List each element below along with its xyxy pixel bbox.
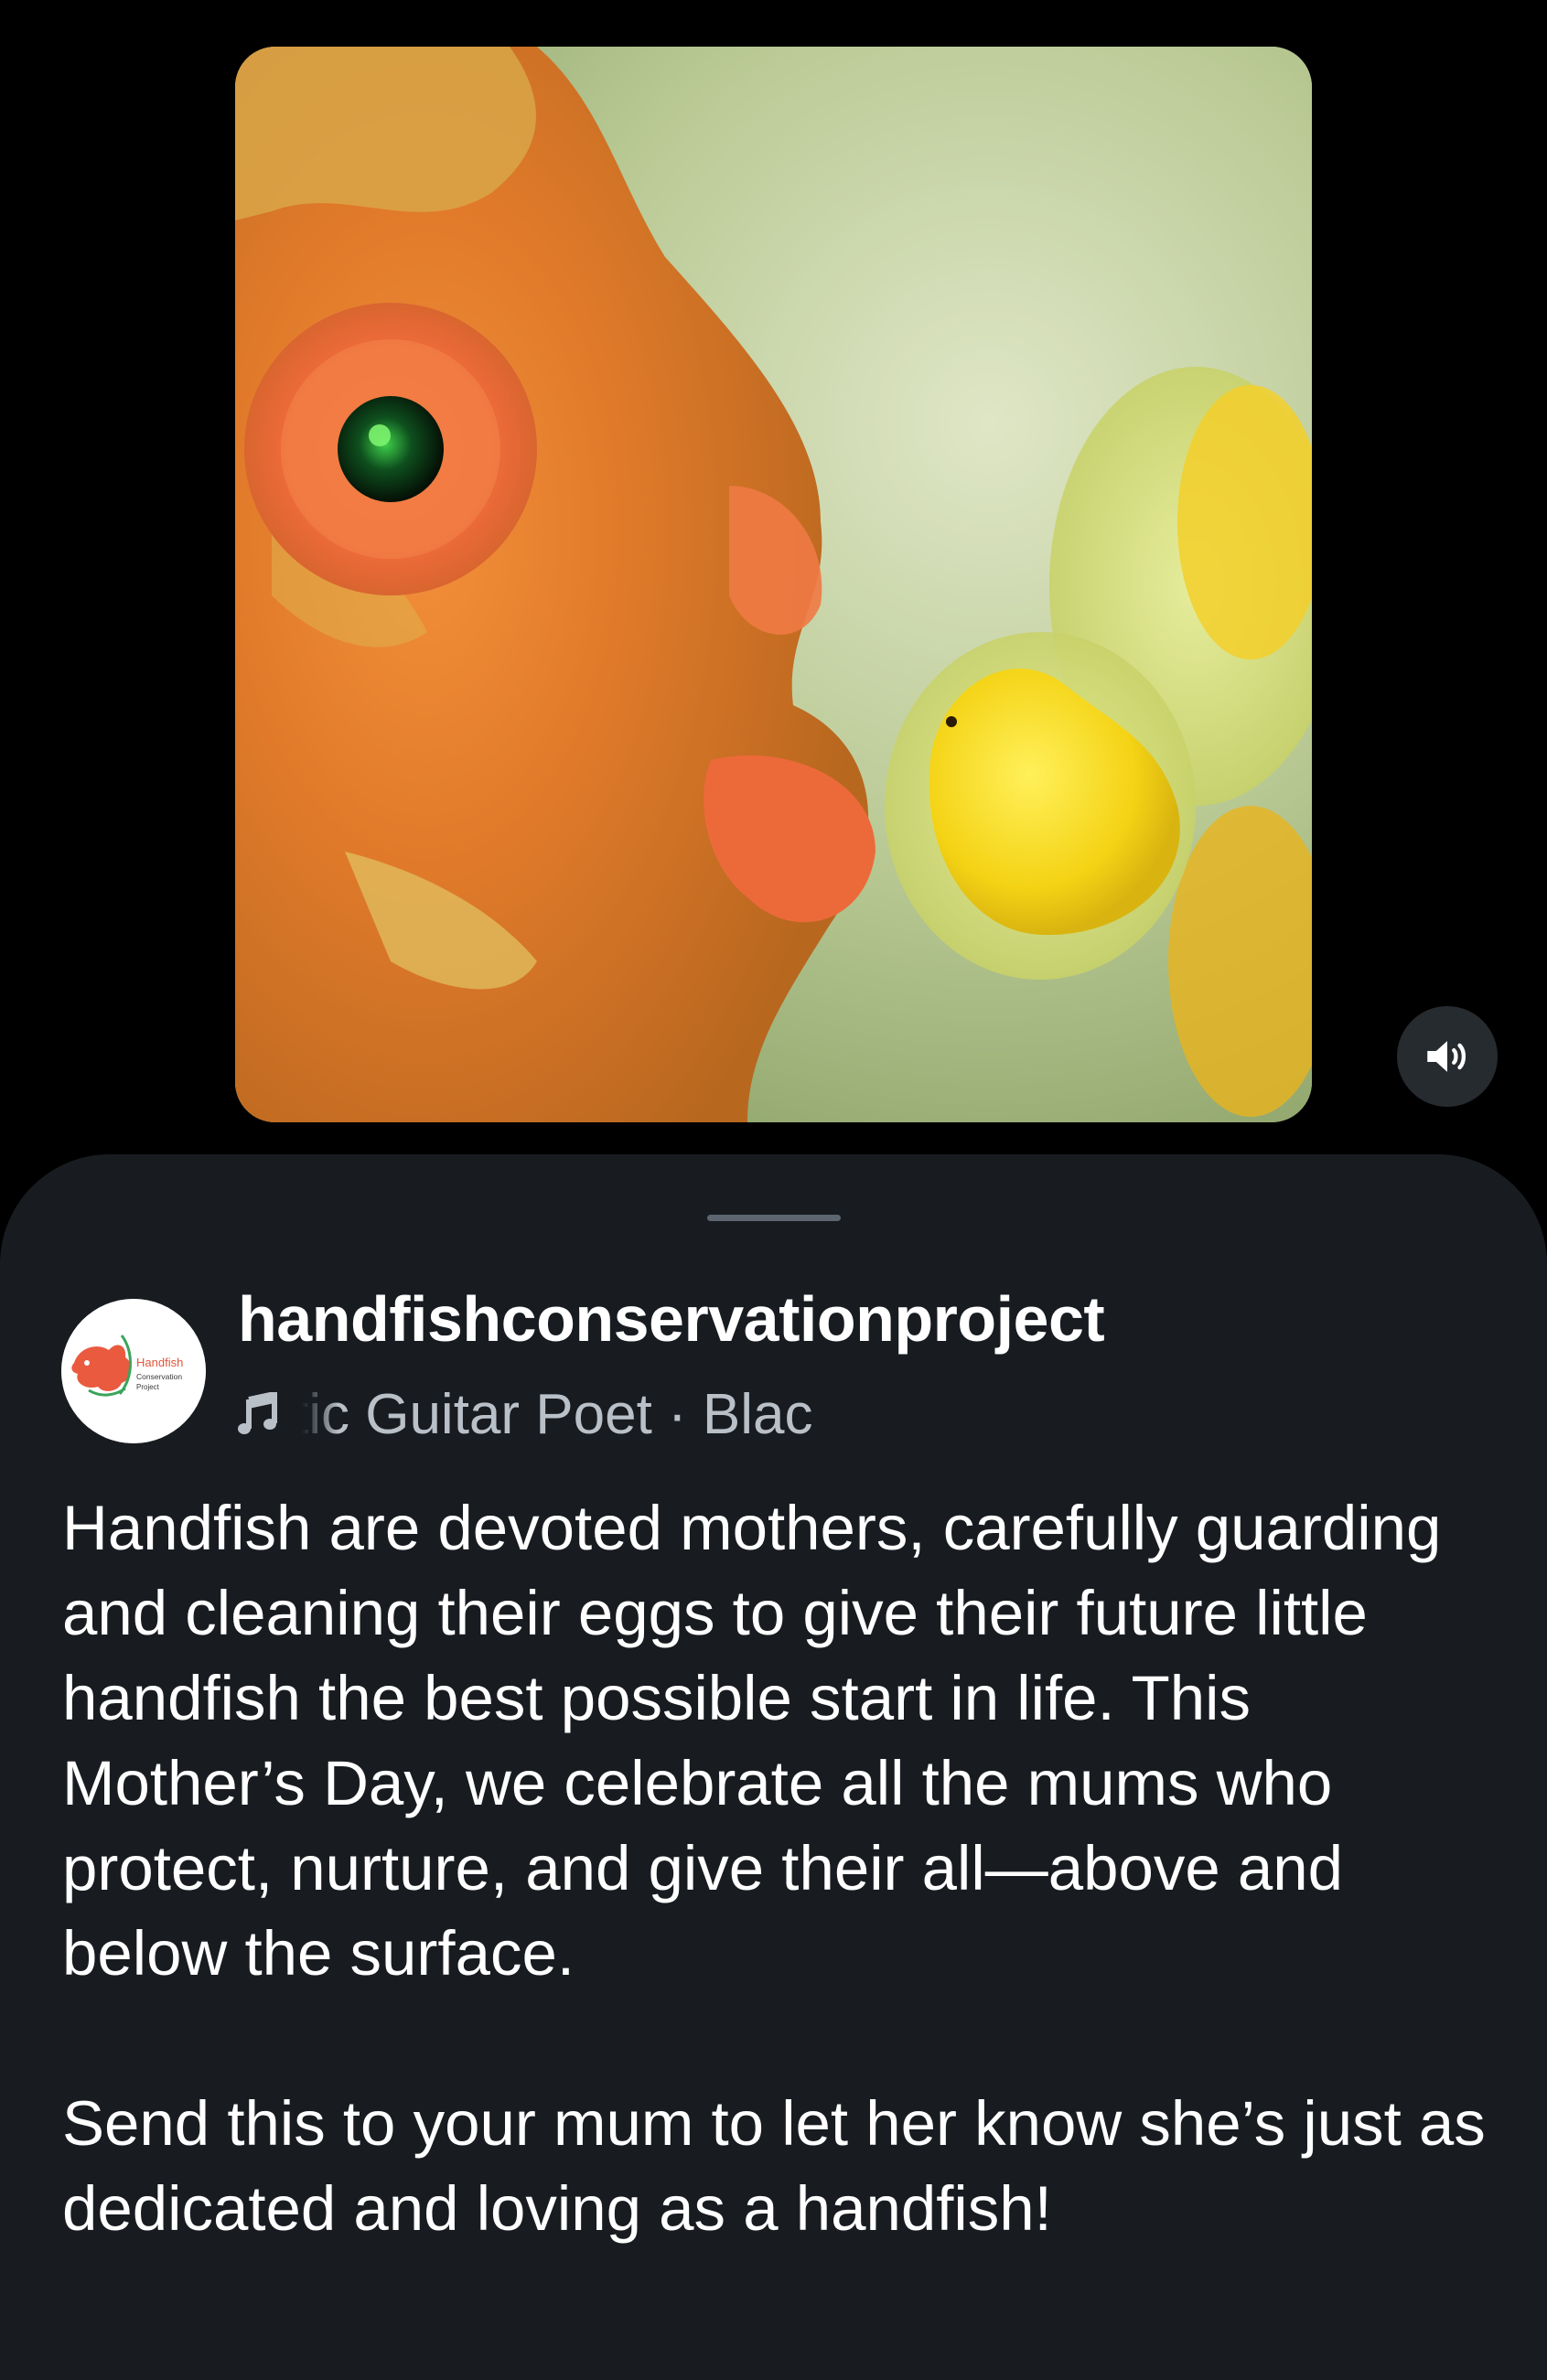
sheet-drag-handle[interactable]	[707, 1215, 841, 1221]
handfish-conservation-logo: Handfish Conservation Project	[61, 1299, 206, 1443]
logo-text-line-2: Conservation	[136, 1372, 182, 1381]
post-caption: Handfish are devoted mothers, carefully …	[62, 1485, 1489, 2251]
account-avatar[interactable]: Handfish Conservation Project	[61, 1299, 206, 1443]
video-player[interactable]	[235, 47, 1312, 1122]
post-details-sheet: Handfish Conservation Project handfishco…	[0, 1154, 1547, 2380]
caption-paragraph-2: Send this to your mum to let her know sh…	[62, 2088, 1486, 2244]
audio-track-text: tic Guitar Poet · Blac	[302, 1382, 813, 1446]
mute-toggle-button[interactable]	[1397, 1006, 1498, 1107]
account-username[interactable]: handfishconservationproject	[238, 1282, 1105, 1356]
logo-text-line-3: Project	[136, 1383, 160, 1391]
audio-track-marquee: tic Guitar Poet · Blac	[302, 1382, 942, 1447]
logo-text-line-1: Handfish	[136, 1356, 183, 1369]
speaker-volume-icon	[1427, 1041, 1466, 1072]
caption-paragraph-1: Handfish are devoted mothers, carefully …	[62, 1493, 1442, 1989]
audio-track-link[interactable]: tic Guitar Poet · Blac	[238, 1378, 942, 1451]
handfish-video-frame	[235, 47, 1312, 1122]
music-note-icon	[238, 1392, 278, 1436]
